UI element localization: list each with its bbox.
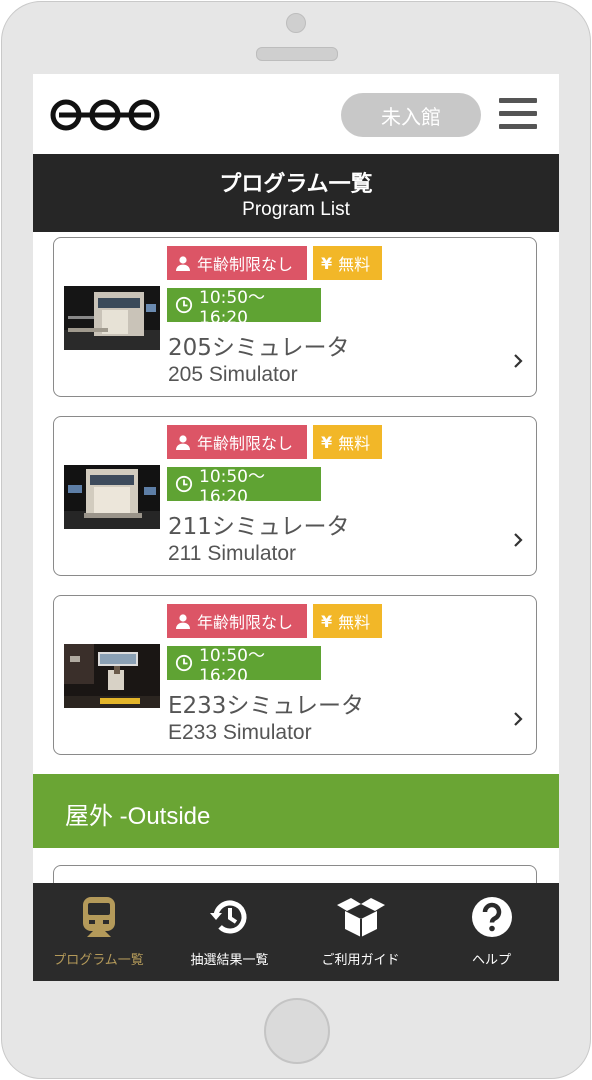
hamburger-menu-icon[interactable] — [499, 96, 539, 130]
yen-icon: ¥ — [321, 432, 333, 452]
program-name-jp: 211シミュレータ — [168, 514, 350, 540]
page-title-bar: プログラム一覧 Program List — [33, 154, 559, 232]
time-label: 10:50～16:20 — [199, 645, 265, 686]
yen-icon: ¥ — [321, 611, 333, 631]
person-icon — [175, 434, 191, 450]
chevron-right-icon — [514, 712, 523, 726]
program-card[interactable]: 年齢制限なし ¥ 無料 10:50～16:20 211シミュレータ 211 Si… — [53, 416, 537, 576]
help-icon — [426, 895, 557, 939]
program-thumbnail — [64, 286, 160, 350]
program-name-en: 211 Simulator — [168, 542, 297, 565]
earpiece-speaker — [256, 47, 338, 61]
tab-program-list[interactable]: プログラム一覧 — [33, 883, 164, 981]
age-limit-badge: 年齢制限なし — [167, 604, 307, 638]
app-header: 未入館 — [33, 74, 559, 154]
page-subtitle: Program List — [242, 199, 350, 220]
time-label: 10:50～16:20 — [199, 466, 265, 507]
fee-label: 無料 — [338, 434, 371, 453]
age-limit-badge: 年齢制限なし — [167, 425, 307, 459]
yen-icon: ¥ — [321, 253, 333, 273]
clock-icon — [175, 296, 193, 314]
program-thumbnail — [64, 465, 160, 529]
chevron-right-icon — [514, 354, 523, 368]
fee-label: 無料 — [338, 255, 371, 274]
front-camera — [286, 13, 306, 33]
program-name-en: E233 Simulator — [168, 721, 312, 744]
time-label: 10:50～16:20 — [199, 287, 265, 328]
open-box-icon — [295, 895, 426, 939]
age-limit-label: 年齢制限なし — [197, 255, 294, 274]
bottom-tab-bar: プログラム一覧 抽選結果一覧 ご利用ガイド ヘルプ — [33, 883, 559, 981]
tab-label: ヘルプ — [471, 953, 511, 968]
tab-lottery-results[interactable]: 抽選結果一覧 — [164, 883, 295, 981]
program-card[interactable]: 年齢制限なし ¥ 無料 10:50～16:20 205シミュレータ 205 Si… — [53, 237, 537, 397]
phone-frame: 未入館 プログラム一覧 Program List 年齢制限なし ¥ 無料 10:… — [0, 0, 592, 1080]
age-limit-label: 年齢制限なし — [197, 434, 294, 453]
age-limit-label: 年齢制限なし — [197, 613, 294, 632]
program-thumbnail — [64, 644, 160, 708]
person-icon — [175, 613, 191, 629]
home-button[interactable] — [264, 998, 330, 1064]
tab-label: プログラム一覧 — [53, 953, 144, 968]
fee-badge: ¥ 無料 — [313, 604, 382, 638]
program-name-jp: 205シミュレータ — [168, 335, 350, 361]
tab-label: ご利用ガイド — [321, 953, 400, 968]
section-header-outside: 屋外 -Outside — [33, 774, 559, 848]
history-icon — [164, 895, 295, 939]
app-screen: 未入館 プログラム一覧 Program List 年齢制限なし ¥ 無料 10:… — [33, 74, 559, 981]
entry-status-button[interactable]: 未入館 — [341, 93, 481, 137]
time-badge: 10:50～16:20 — [167, 646, 321, 686]
fee-label: 無料 — [338, 613, 371, 632]
section-title: 屋外 -Outside — [65, 803, 211, 830]
fee-badge: ¥ 無料 — [313, 246, 382, 280]
tab-guide[interactable]: ご利用ガイド — [295, 883, 426, 981]
fee-badge: ¥ 無料 — [313, 425, 382, 459]
train-icon — [33, 895, 164, 939]
clock-icon — [175, 475, 193, 493]
time-badge: 10:50～16:20 — [167, 288, 321, 328]
program-card[interactable]: 年齢制限なし ¥ 無料 10:50～16:20 E233シミュレータ E233 … — [53, 595, 537, 755]
tab-help[interactable]: ヘルプ — [426, 883, 557, 981]
tab-label: 抽選結果一覧 — [190, 953, 269, 968]
clock-icon — [175, 654, 193, 672]
page-title: プログラム一覧 — [219, 172, 373, 197]
program-name-jp: E233シミュレータ — [168, 693, 364, 719]
chevron-right-icon — [514, 533, 523, 547]
time-badge: 10:50～16:20 — [167, 467, 321, 507]
logo-icon[interactable] — [49, 98, 161, 132]
age-limit-badge: 年齢制限なし — [167, 246, 307, 280]
program-name-en: 205 Simulator — [168, 363, 298, 386]
person-icon — [175, 255, 191, 271]
